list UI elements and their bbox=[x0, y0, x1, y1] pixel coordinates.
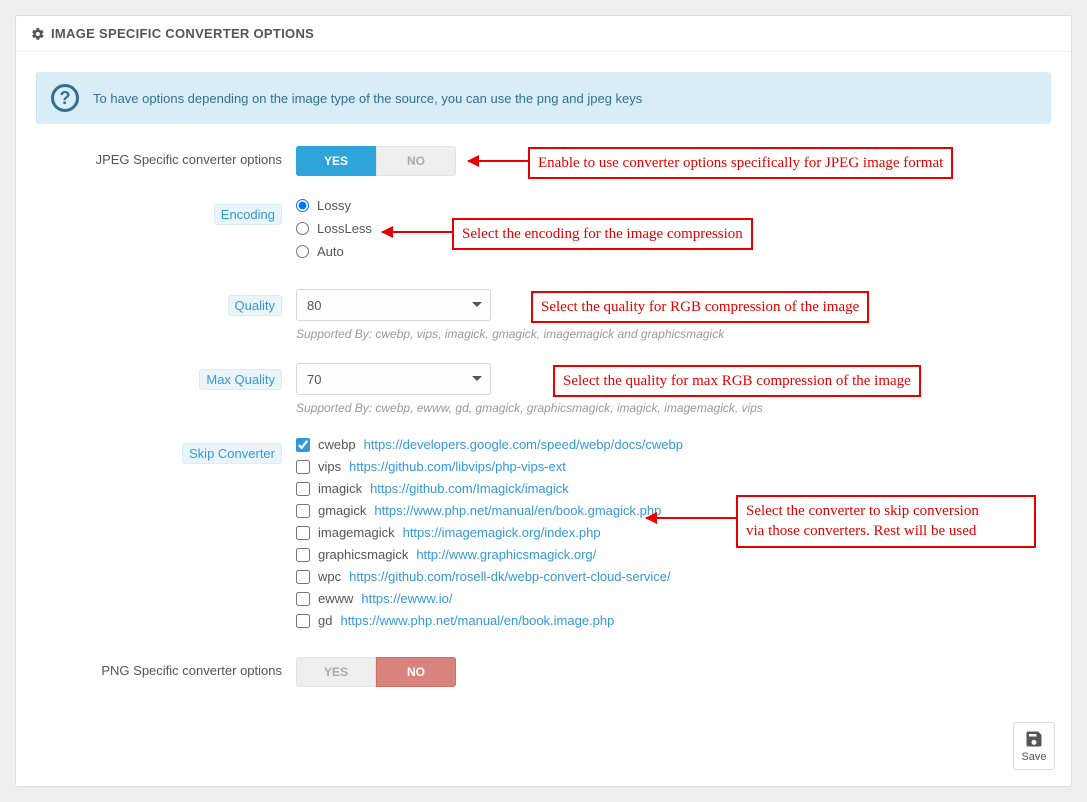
skip-item-link[interactable]: https://imagemagick.org/index.php bbox=[403, 525, 601, 540]
jpeg-toggle-yes[interactable]: YES bbox=[296, 146, 376, 176]
skip-item-cwebp: cwebp https://developers.google.com/speed… bbox=[296, 437, 1051, 452]
skip-checkbox-ewww[interactable] bbox=[296, 592, 310, 606]
skip-item-link[interactable]: https://www.php.net/manual/en/book.gmagi… bbox=[374, 503, 661, 518]
encoding-radio-lossless[interactable] bbox=[296, 222, 309, 235]
skip-checkbox-vips[interactable] bbox=[296, 460, 310, 474]
png-toggle-yes[interactable]: YES bbox=[296, 657, 376, 687]
panel-title: IMAGE SPECIFIC CONVERTER OPTIONS bbox=[51, 26, 314, 41]
quality-label: Quality bbox=[228, 295, 282, 316]
skip-converter-label: Skip Converter bbox=[182, 443, 282, 464]
jpeg-toggle-row: JPEG Specific converter options YES NO E… bbox=[36, 146, 1051, 176]
skip-checkbox-imagemagick[interactable] bbox=[296, 526, 310, 540]
quality-help: Supported By: cwebp, vips, imagick, gmag… bbox=[296, 327, 1051, 341]
skip-checkbox-gd[interactable] bbox=[296, 614, 310, 628]
skip-item-wpc: wpc https://github.com/rosell-dk/webp-con… bbox=[296, 569, 1051, 584]
info-alert-text: To have options depending on the image t… bbox=[93, 91, 642, 106]
jpeg-toggle: YES NO bbox=[296, 146, 456, 176]
skip-item-name: gd bbox=[318, 613, 332, 628]
skip-item-name: cwebp bbox=[318, 437, 356, 452]
annotation-encoding: Select the encoding for the image compre… bbox=[452, 218, 753, 250]
skip-item-name: imagemagick bbox=[318, 525, 395, 540]
panel-header: IMAGE SPECIFIC CONVERTER OPTIONS bbox=[16, 16, 1071, 52]
skip-item-name: ewww bbox=[318, 591, 353, 606]
panel-body: ? To have options depending on the image… bbox=[16, 52, 1071, 719]
annotation-quality: Select the quality for RGB compression o… bbox=[531, 291, 869, 323]
encoding-label: Encoding bbox=[214, 204, 282, 225]
annotation-skip: Select the converter to skip conversion … bbox=[736, 495, 1036, 548]
max-quality-label: Max Quality bbox=[199, 369, 282, 390]
settings-panel: IMAGE SPECIFIC CONVERTER OPTIONS ? To ha… bbox=[15, 15, 1072, 787]
skip-checkbox-imagick[interactable] bbox=[296, 482, 310, 496]
encoding-option-lossy[interactable]: Lossy bbox=[296, 198, 1051, 213]
skip-item-link[interactable]: https://github.com/Imagick/imagick bbox=[370, 481, 569, 496]
skip-converter-row: Skip Converter cwebp https://developers.g… bbox=[36, 437, 1051, 635]
annotation-arrow bbox=[468, 160, 528, 162]
skip-item-link[interactable]: https://ewww.io/ bbox=[361, 591, 452, 606]
save-button-label: Save bbox=[1021, 751, 1046, 763]
question-icon: ? bbox=[51, 84, 79, 112]
encoding-radio-auto[interactable] bbox=[296, 245, 309, 258]
skip-item-link[interactable]: https://github.com/rosell-dk/webp-conver… bbox=[349, 569, 671, 584]
skip-checkbox-cwebp[interactable] bbox=[296, 438, 310, 452]
skip-item-ewww: ewww https://ewww.io/ bbox=[296, 591, 1051, 606]
skip-item-name: wpc bbox=[318, 569, 341, 584]
gear-icon bbox=[31, 27, 45, 41]
skip-item-link[interactable]: http://www.graphicsmagick.org/ bbox=[416, 547, 596, 562]
annotation-jpeg-toggle: Enable to use converter options specific… bbox=[528, 147, 953, 179]
png-toggle-label: PNG Specific converter options bbox=[36, 657, 296, 678]
annotation-arrow bbox=[382, 231, 452, 233]
skip-item-graphicsmagick: graphicsmagick http://www.graphicsmagick.… bbox=[296, 547, 1051, 562]
png-toggle: YES NO bbox=[296, 657, 456, 687]
skip-item-name: vips bbox=[318, 459, 341, 474]
annotation-max-quality: Select the quality for max RGB compressi… bbox=[553, 365, 921, 397]
skip-item-link[interactable]: https://developers.google.com/speed/webp… bbox=[364, 437, 683, 452]
info-alert: ? To have options depending on the image… bbox=[36, 72, 1051, 124]
skip-item-gd: gd https://www.php.net/manual/en/book.ima… bbox=[296, 613, 1051, 628]
skip-item-name: graphicsmagick bbox=[318, 547, 408, 562]
jpeg-toggle-no[interactable]: NO bbox=[376, 146, 456, 176]
png-toggle-row: PNG Specific converter options YES NO bbox=[36, 657, 1051, 687]
skip-checkbox-wpc[interactable] bbox=[296, 570, 310, 584]
max-quality-row: Max Quality 70 Supported By: cwebp, ewww… bbox=[36, 363, 1051, 415]
save-button[interactable]: Save bbox=[1013, 722, 1055, 770]
quality-row: Quality 80 Supported By: cwebp, vips, im… bbox=[36, 289, 1051, 341]
save-icon bbox=[1024, 729, 1044, 749]
encoding-radio-lossy[interactable] bbox=[296, 199, 309, 212]
annotation-arrow bbox=[646, 517, 736, 519]
max-quality-select[interactable]: 70 bbox=[296, 363, 491, 395]
skip-item-imagick: imagick https://github.com/Imagick/imagic… bbox=[296, 481, 1051, 496]
jpeg-toggle-label: JPEG Specific converter options bbox=[36, 146, 296, 167]
encoding-row: Encoding Lossy LossLess Auto Select the … bbox=[36, 198, 1051, 267]
skip-item-link[interactable]: https://github.com/libvips/php-vips-ext bbox=[349, 459, 566, 474]
skip-item-name: gmagick bbox=[318, 503, 366, 518]
max-quality-help: Supported By: cwebp, ewww, gd, gmagick, … bbox=[296, 401, 1051, 415]
skip-checkbox-gmagick[interactable] bbox=[296, 504, 310, 518]
png-toggle-no[interactable]: NO bbox=[376, 657, 456, 687]
quality-select[interactable]: 80 bbox=[296, 289, 491, 321]
skip-checkbox-graphicsmagick[interactable] bbox=[296, 548, 310, 562]
skip-item-name: imagick bbox=[318, 481, 362, 496]
skip-item-vips: vips https://github.com/libvips/php-vips-… bbox=[296, 459, 1051, 474]
skip-item-link[interactable]: https://www.php.net/manual/en/book.image… bbox=[340, 613, 614, 628]
